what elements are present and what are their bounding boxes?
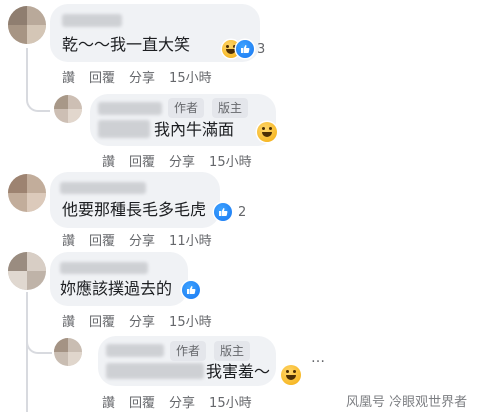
more-options-icon[interactable]: … [311,350,326,366]
share-action[interactable]: 分享 [169,151,195,170]
author-badge: 作者 [168,98,205,118]
redacted-author-name [62,14,122,27]
like-action[interactable]: 讚 [62,230,75,249]
avatar[interactable] [54,95,82,123]
redacted-text [98,120,150,138]
reply-actions: 讚 回覆 分享 15小時 [102,151,252,170]
watermark: 风凰号 冷眼观世界者 [346,395,468,410]
redacted-author-name [106,344,164,357]
reaction-summary[interactable]: 2 [214,203,246,221]
share-action[interactable]: 分享 [169,392,195,411]
avatar[interactable] [8,6,46,44]
haha-emoji-icon [281,365,301,385]
avatar[interactable] [54,338,82,366]
like-action[interactable]: 讚 [102,151,115,170]
comment-bubble: 他要那種長毛多毛虎 [50,172,220,228]
like-action[interactable]: 讚 [102,392,115,411]
share-action[interactable]: 分享 [129,311,155,330]
like-reaction-icon [236,40,254,58]
timestamp[interactable]: 11小時 [169,230,212,249]
share-action[interactable]: 分享 [129,67,155,86]
moderator-badge: 版主 [212,98,249,118]
reply-action[interactable]: 回覆 [89,230,115,249]
thread-connector [26,48,50,112]
haha-emoji-icon [257,122,277,142]
redacted-author-name [98,102,162,115]
reply-action[interactable]: 回覆 [129,151,155,170]
reply-bubble: 作者 版主 我害羞～ [98,336,276,386]
comment-text: 妳應該撲過去的 [60,279,173,298]
comment-actions: 讚 回覆 分享 15小時 [62,67,212,86]
redacted-author-name [60,182,146,194]
timestamp[interactable]: 15小時 [209,392,252,411]
avatar[interactable] [8,174,46,212]
moderator-badge: 版主 [214,341,251,361]
avatar[interactable] [8,252,46,290]
reply-action[interactable]: 回覆 [89,67,115,86]
comment-actions: 讚 回覆 分享 11小時 [62,230,212,249]
timestamp[interactable]: 15小時 [209,151,252,170]
like-action[interactable]: 讚 [62,67,75,86]
reply-actions: 讚 回覆 分享 15小時 [102,392,252,411]
reaction-summary[interactable]: 3 [222,40,265,58]
thread-connector [26,292,28,412]
thread-connector [26,330,52,354]
comment-bubble: 妳應該撲過去的 [50,252,188,306]
redacted-author-name [60,262,148,274]
like-action[interactable]: 讚 [62,311,75,330]
reply-text: 我內牛滿面 [154,120,235,139]
reply-action[interactable]: 回覆 [89,311,115,330]
share-action[interactable]: 分享 [129,230,155,249]
comment-actions: 讚 回覆 分享 15小時 [62,311,212,330]
comment-text: 乾～～我一直大笑 [62,35,191,54]
timestamp[interactable]: 15小時 [169,311,212,330]
author-badge: 作者 [170,341,207,361]
like-reaction-icon [214,203,232,221]
timestamp[interactable]: 15小時 [169,67,212,86]
reply-text: 我害羞～ [206,362,271,381]
reply-action[interactable]: 回覆 [129,392,155,411]
reaction-count: 3 [257,41,266,57]
redacted-text [106,363,204,379]
like-reaction-icon[interactable] [182,281,200,299]
reply-bubble: 作者 版主 我內牛滿面 [90,94,276,146]
comment-text: 他要那種長毛多毛虎 [62,200,207,219]
reaction-count: 2 [238,204,247,220]
